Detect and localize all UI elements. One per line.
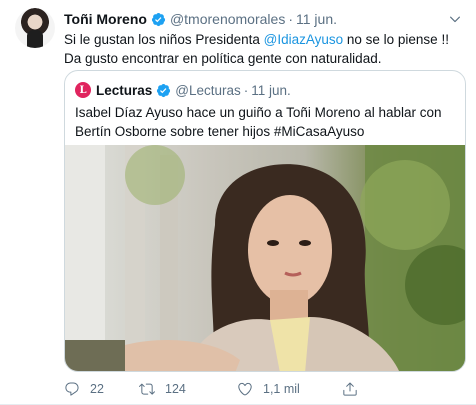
- reply-button[interactable]: 22: [64, 380, 139, 398]
- retweet-button[interactable]: 124: [139, 380, 237, 398]
- verified-badge-icon: [151, 12, 166, 26]
- like-count: 1,1 mil: [263, 382, 300, 396]
- quoted-author-name[interactable]: Lecturas: [96, 83, 152, 98]
- mention-link[interactable]: @IdiazAyuso: [264, 32, 344, 47]
- lecturas-logo[interactable]: L: [75, 82, 91, 98]
- retweet-count: 124: [165, 382, 186, 396]
- share-icon: [343, 382, 357, 396]
- tweet-actions: 22 124 1,1 mil: [64, 380, 404, 398]
- tweet-text: Si le gustan los niños Presidenta @Idiaz…: [64, 30, 464, 68]
- verified-badge-icon: [157, 83, 171, 97]
- quoted-media-image[interactable]: [65, 145, 465, 371]
- quoted-header: L Lecturas @Lecturas · 11 jun.: [75, 81, 291, 99]
- tweet-date[interactable]: 11 jun.: [296, 11, 337, 27]
- quoted-author-handle[interactable]: @Lecturas: [175, 83, 240, 98]
- author-avatar[interactable]: [15, 8, 55, 48]
- share-button[interactable]: [342, 380, 372, 398]
- quoted-date: 11 jun.: [251, 82, 291, 98]
- separator-dot: ·: [243, 82, 249, 98]
- separator-dot: ·: [288, 11, 293, 27]
- tweet-text-start: Si le gustan los niños Presidenta: [64, 32, 264, 47]
- author-name[interactable]: Toñi Moreno: [64, 11, 147, 27]
- quoted-tweet[interactable]: L Lecturas @Lecturas · 11 jun. Isabel Dí…: [64, 70, 466, 372]
- reply-count: 22: [90, 382, 104, 396]
- author-handle[interactable]: @tmorenomorales: [170, 11, 285, 27]
- reply-icon: [65, 382, 79, 396]
- tweet[interactable]: Toñi Moreno @tmorenomorales · 11 jun. Si…: [0, 0, 476, 405]
- chevron-down-icon[interactable]: [448, 12, 462, 26]
- retweet-icon: [139, 383, 155, 395]
- like-button[interactable]: 1,1 mil: [237, 380, 342, 398]
- heart-icon: [238, 382, 252, 396]
- tweet-header: Toñi Moreno @tmorenomorales · 11 jun.: [64, 10, 337, 28]
